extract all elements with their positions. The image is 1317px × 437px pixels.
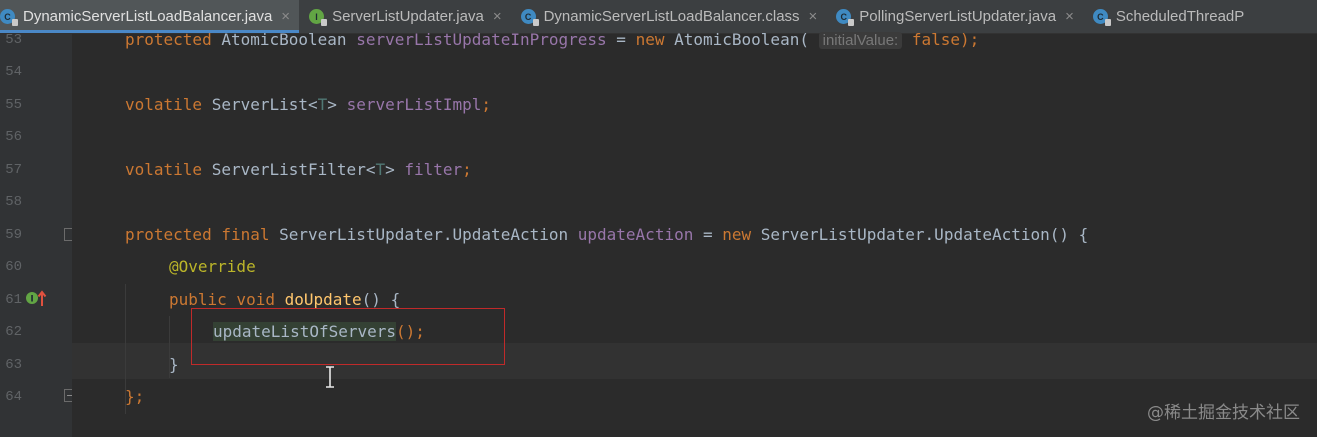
implements-method-icon[interactable]: I	[25, 289, 49, 307]
line-number-gutter: 53 54 55 56 57 58 59 60 61 62 63 64	[0, 32, 72, 437]
class-file-icon: C	[520, 9, 539, 26]
line-number: 59	[5, 227, 22, 243]
interface-file-icon: I	[309, 9, 328, 26]
class-file-icon: C	[1092, 9, 1111, 26]
tab-label: PollingServerListUpdater.java	[859, 8, 1057, 25]
line-number: 60	[5, 259, 22, 275]
code-line-59: protected final ServerListUpdater.Update…	[125, 225, 1089, 244]
code-line-63: }	[169, 355, 179, 374]
watermark: @稀土掘金技术社区	[1147, 403, 1300, 423]
class-file-icon: C	[836, 9, 855, 26]
close-icon[interactable]: ×	[809, 8, 818, 25]
code-line-57: volatile ServerListFilter<T> filter;	[125, 160, 472, 179]
parameter-hint: initialValue:	[818, 32, 903, 49]
code-editor[interactable]: protected AtomicBoolean serverListUpdate…	[72, 30, 1317, 437]
tab-label: DynamicServerListLoadBalancer.class	[543, 8, 800, 25]
tab-label: DynamicServerListLoadBalancer.java	[23, 8, 273, 25]
code-line-53: protected AtomicBoolean serverListUpdate…	[125, 30, 980, 49]
class-file-icon: C	[0, 9, 18, 26]
line-number: 57	[5, 162, 22, 178]
text-cursor-icon	[326, 366, 334, 388]
line-number: 53	[5, 32, 22, 48]
line-number: 64	[5, 389, 22, 405]
tab-label: ServerListUpdater.java	[332, 8, 484, 25]
svg-text:I: I	[30, 295, 33, 305]
code-line-55: volatile ServerList<T> serverListImpl;	[125, 95, 492, 114]
close-icon[interactable]: ×	[1065, 8, 1074, 25]
line-number: 56	[5, 129, 22, 145]
tab-label: ScheduledThreadP	[1115, 8, 1245, 25]
line-number: 54	[5, 64, 22, 80]
line-number: 55	[5, 97, 22, 113]
close-icon[interactable]: ×	[281, 8, 290, 25]
line-number: 58	[5, 194, 22, 210]
code-line-60: @Override	[169, 257, 256, 276]
highlight-annotation-box	[191, 308, 505, 365]
line-number: 62	[5, 324, 22, 340]
close-icon[interactable]: ×	[493, 8, 502, 25]
code-line-64: };	[125, 387, 145, 406]
tab-scheduled-thread-pool[interactable]: C ScheduledThreadP	[1083, 0, 1244, 33]
line-number: 63	[5, 357, 22, 373]
line-number: 61	[5, 292, 22, 308]
